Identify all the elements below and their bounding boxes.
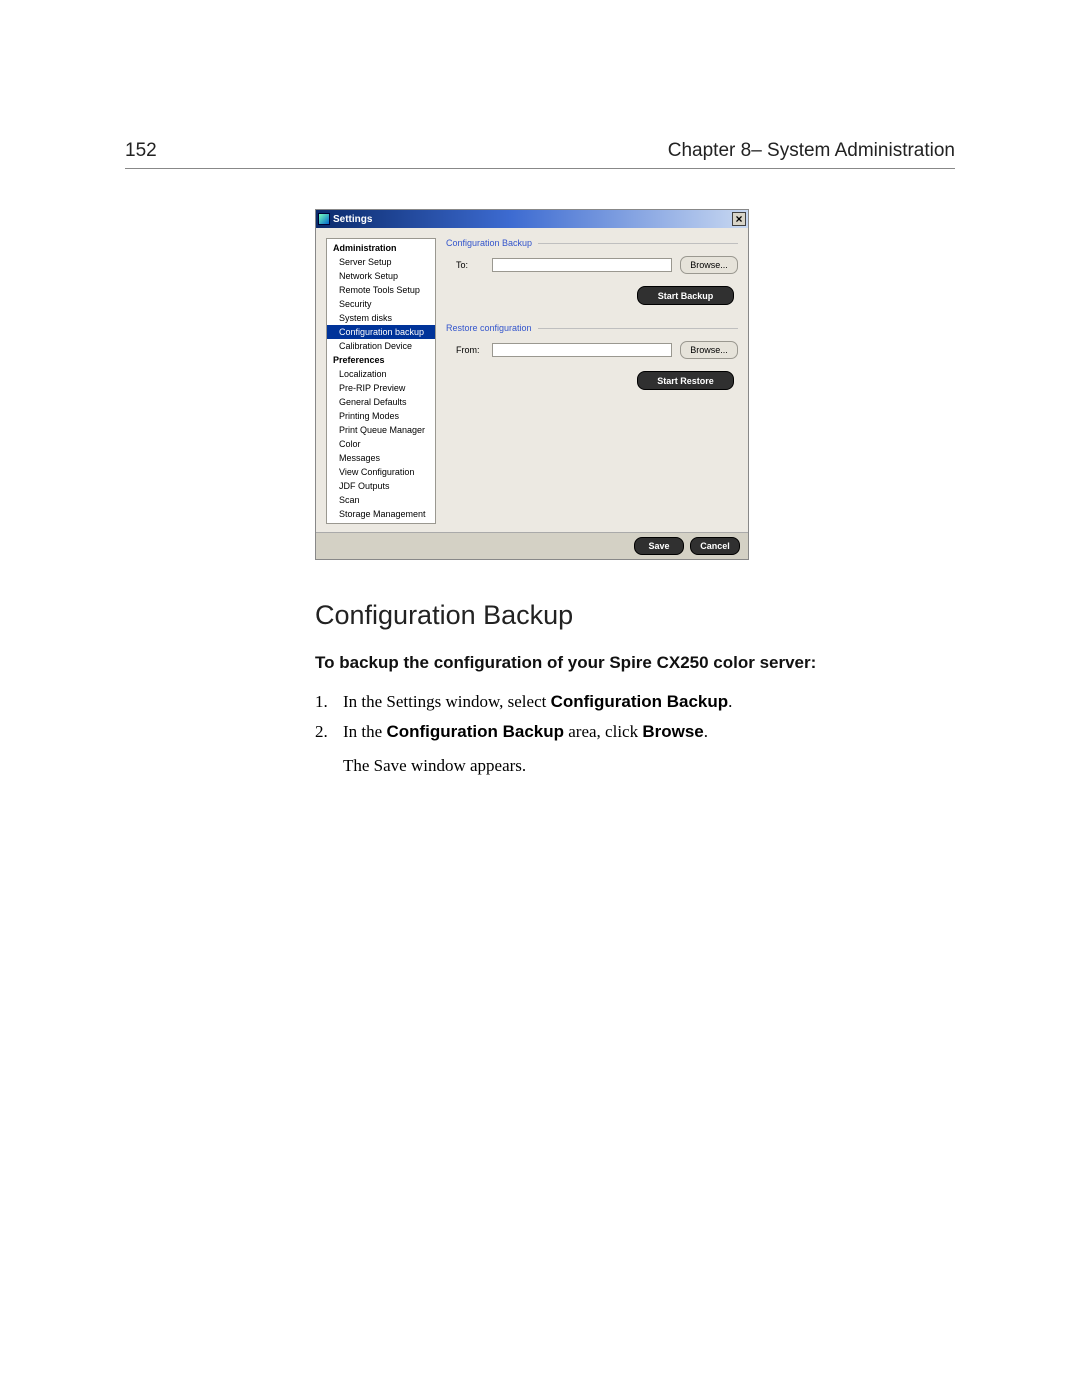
sidebar-item-network-setup[interactable]: Network Setup [327, 269, 435, 283]
chapter-title: Chapter 8– System Administration [668, 140, 955, 162]
sidebar-item-color[interactable]: Color [327, 437, 435, 451]
app-icon [318, 213, 330, 225]
divider [538, 243, 738, 244]
sidebar-item-calibration-device[interactable]: Calibration Device [327, 339, 435, 353]
backup-to-input[interactable] [492, 258, 672, 272]
settings-sidebar: Administration Server Setup Network Setu… [326, 238, 436, 524]
sidebar-header-preferences: Preferences [327, 353, 435, 367]
sidebar-item-printing-modes[interactable]: Printing Modes [327, 409, 435, 423]
sidebar-item-storage-management[interactable]: Storage Management [327, 507, 435, 521]
step-text: In the Settings window, select [343, 692, 551, 711]
start-backup-button[interactable]: Start Backup [637, 286, 734, 305]
titlebar: Settings [316, 210, 748, 228]
sidebar-item-server-setup[interactable]: Server Setup [327, 255, 435, 269]
sidebar-item-configuration-backup[interactable]: Configuration backup [327, 325, 435, 339]
sidebar-item-scan[interactable]: Scan [327, 493, 435, 507]
sidebar-item-localization[interactable]: Localization [327, 367, 435, 381]
section-heading: Configuration Backup [315, 600, 955, 631]
to-label: To: [456, 260, 484, 270]
divider [538, 328, 738, 329]
sidebar-item-jdf-outputs[interactable]: JDF Outputs [327, 479, 435, 493]
step-number: 1. [315, 687, 343, 717]
page-number: 152 [125, 140, 157, 162]
step-1: 1. In the Settings window, select Config… [315, 687, 955, 717]
step-2: 2. In the Configuration Backup area, cli… [315, 717, 955, 781]
step-continuation: The Save window appears. [343, 751, 955, 781]
window-footer: Save Cancel [316, 532, 748, 559]
sidebar-item-messages[interactable]: Messages [327, 451, 435, 465]
step-text: In the [343, 722, 386, 741]
sidebar-item-remote-tools-setup[interactable]: Remote Tools Setup [327, 283, 435, 297]
close-icon[interactable] [732, 212, 746, 226]
step-bold: Configuration Backup [386, 722, 564, 741]
cancel-button[interactable]: Cancel [690, 537, 740, 555]
save-button[interactable]: Save [634, 537, 684, 555]
page-header: 152 Chapter 8– System Administration [125, 140, 955, 169]
step-text: . [728, 692, 732, 711]
restore-configuration-section: Restore configuration From: Browse... St… [446, 323, 738, 390]
step-text: . [704, 722, 708, 741]
step-list: 1. In the Settings window, select Config… [315, 687, 955, 781]
from-label: From: [456, 345, 484, 355]
sidebar-item-view-configuration[interactable]: View Configuration [327, 465, 435, 479]
sidebar-item-pre-rip-preview[interactable]: Pre-RIP Preview [327, 381, 435, 395]
sidebar-item-general-defaults[interactable]: General Defaults [327, 395, 435, 409]
sidebar-item-system-disks[interactable]: System disks [327, 311, 435, 325]
window-title: Settings [333, 214, 372, 225]
configuration-backup-section: Configuration Backup To: Browse... Start… [446, 238, 738, 305]
step-number: 2. [315, 717, 343, 781]
settings-window: Settings Administration Server Setup Net… [315, 209, 749, 560]
backup-browse-button[interactable]: Browse... [680, 256, 738, 274]
step-bold: Browse [642, 722, 703, 741]
restore-configuration-title: Restore configuration [446, 323, 532, 333]
sidebar-header-administration: Administration [327, 241, 435, 255]
step-text: area, click [564, 722, 642, 741]
start-restore-button[interactable]: Start Restore [637, 371, 734, 390]
restore-from-input[interactable] [492, 343, 672, 357]
step-bold: Configuration Backup [551, 692, 729, 711]
configuration-backup-title: Configuration Backup [446, 238, 532, 248]
sub-heading: To backup the configuration of your Spir… [315, 653, 955, 673]
restore-browse-button[interactable]: Browse... [680, 341, 738, 359]
sidebar-item-security[interactable]: Security [327, 297, 435, 311]
sidebar-item-print-queue-manager[interactable]: Print Queue Manager [327, 423, 435, 437]
